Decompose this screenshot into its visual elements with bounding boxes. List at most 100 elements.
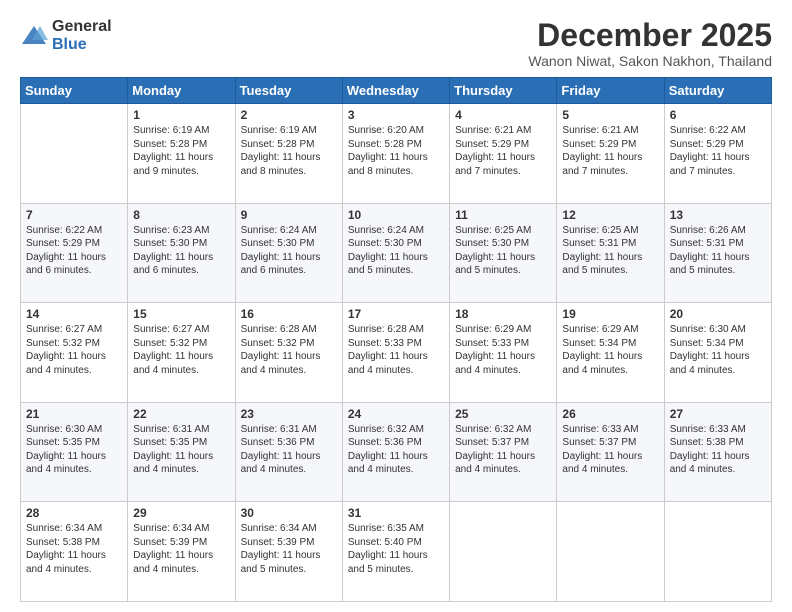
sunset-text: Sunset: 5:33 PM — [348, 337, 444, 351]
sunrise-text: Sunrise: 6:27 AM — [26, 323, 122, 337]
sunrise-text: Sunrise: 6:34 AM — [133, 522, 229, 536]
day-number: 9 — [241, 208, 337, 222]
day-number: 23 — [241, 407, 337, 421]
table-row — [557, 502, 664, 602]
day-number: 21 — [26, 407, 122, 421]
sunrise-text: Sunrise: 6:25 AM — [562, 224, 658, 238]
calendar-week-row: 21 Sunrise: 6:30 AM Sunset: 5:35 PM Dayl… — [21, 402, 772, 502]
day-number: 14 — [26, 307, 122, 321]
table-row: 18 Sunrise: 6:29 AM Sunset: 5:33 PM Dayl… — [450, 303, 557, 403]
day-info: Sunrise: 6:30 AM Sunset: 5:34 PM Dayligh… — [670, 323, 766, 377]
sunset-text: Sunset: 5:28 PM — [133, 138, 229, 152]
calendar-week-row: 28 Sunrise: 6:34 AM Sunset: 5:38 PM Dayl… — [21, 502, 772, 602]
day-number: 12 — [562, 208, 658, 222]
subtitle: Wanon Niwat, Sakon Nakhon, Thailand — [528, 53, 772, 69]
sunset-text: Sunset: 5:33 PM — [455, 337, 551, 351]
daylight-text: Daylight: 11 hours and 4 minutes. — [26, 450, 122, 477]
sunset-text: Sunset: 5:30 PM — [241, 237, 337, 251]
sunrise-text: Sunrise: 6:28 AM — [348, 323, 444, 337]
sunrise-text: Sunrise: 6:32 AM — [455, 423, 551, 437]
logo-blue: Blue — [52, 36, 112, 54]
sunset-text: Sunset: 5:39 PM — [133, 536, 229, 550]
day-number: 29 — [133, 506, 229, 520]
sunset-text: Sunset: 5:37 PM — [455, 436, 551, 450]
table-row: 4 Sunrise: 6:21 AM Sunset: 5:29 PM Dayli… — [450, 104, 557, 204]
table-row: 27 Sunrise: 6:33 AM Sunset: 5:38 PM Dayl… — [664, 402, 771, 502]
table-row: 30 Sunrise: 6:34 AM Sunset: 5:39 PM Dayl… — [235, 502, 342, 602]
logo-text: General Blue — [52, 18, 112, 53]
sunrise-text: Sunrise: 6:34 AM — [241, 522, 337, 536]
day-number: 24 — [348, 407, 444, 421]
sunrise-text: Sunrise: 6:22 AM — [670, 124, 766, 138]
daylight-text: Daylight: 11 hours and 4 minutes. — [133, 549, 229, 576]
col-saturday: Saturday — [664, 78, 771, 104]
day-info: Sunrise: 6:32 AM Sunset: 5:37 PM Dayligh… — [455, 423, 551, 477]
day-info: Sunrise: 6:25 AM Sunset: 5:30 PM Dayligh… — [455, 224, 551, 278]
day-number: 18 — [455, 307, 551, 321]
main-title: December 2025 — [528, 18, 772, 53]
day-number: 4 — [455, 108, 551, 122]
table-row: 17 Sunrise: 6:28 AM Sunset: 5:33 PM Dayl… — [342, 303, 449, 403]
sunrise-text: Sunrise: 6:25 AM — [455, 224, 551, 238]
table-row: 1 Sunrise: 6:19 AM Sunset: 5:28 PM Dayli… — [128, 104, 235, 204]
table-row — [450, 502, 557, 602]
sunrise-text: Sunrise: 6:30 AM — [670, 323, 766, 337]
table-row: 16 Sunrise: 6:28 AM Sunset: 5:32 PM Dayl… — [235, 303, 342, 403]
sunrise-text: Sunrise: 6:29 AM — [562, 323, 658, 337]
table-row: 26 Sunrise: 6:33 AM Sunset: 5:37 PM Dayl… — [557, 402, 664, 502]
daylight-text: Daylight: 11 hours and 4 minutes. — [562, 350, 658, 377]
sunset-text: Sunset: 5:28 PM — [241, 138, 337, 152]
day-info: Sunrise: 6:20 AM Sunset: 5:28 PM Dayligh… — [348, 124, 444, 178]
sunset-text: Sunset: 5:30 PM — [133, 237, 229, 251]
day-number: 19 — [562, 307, 658, 321]
sunrise-text: Sunrise: 6:33 AM — [562, 423, 658, 437]
daylight-text: Daylight: 11 hours and 4 minutes. — [26, 549, 122, 576]
table-row: 11 Sunrise: 6:25 AM Sunset: 5:30 PM Dayl… — [450, 203, 557, 303]
sunset-text: Sunset: 5:34 PM — [562, 337, 658, 351]
day-number: 26 — [562, 407, 658, 421]
day-number: 11 — [455, 208, 551, 222]
table-row — [664, 502, 771, 602]
sunset-text: Sunset: 5:31 PM — [670, 237, 766, 251]
day-info: Sunrise: 6:34 AM Sunset: 5:38 PM Dayligh… — [26, 522, 122, 576]
sunrise-text: Sunrise: 6:27 AM — [133, 323, 229, 337]
col-wednesday: Wednesday — [342, 78, 449, 104]
sunrise-text: Sunrise: 6:35 AM — [348, 522, 444, 536]
calendar-week-row: 7 Sunrise: 6:22 AM Sunset: 5:29 PM Dayli… — [21, 203, 772, 303]
col-thursday: Thursday — [450, 78, 557, 104]
day-info: Sunrise: 6:31 AM Sunset: 5:35 PM Dayligh… — [133, 423, 229, 477]
day-info: Sunrise: 6:33 AM Sunset: 5:38 PM Dayligh… — [670, 423, 766, 477]
day-info: Sunrise: 6:24 AM Sunset: 5:30 PM Dayligh… — [348, 224, 444, 278]
table-row: 5 Sunrise: 6:21 AM Sunset: 5:29 PM Dayli… — [557, 104, 664, 204]
sunset-text: Sunset: 5:29 PM — [455, 138, 551, 152]
sunrise-text: Sunrise: 6:21 AM — [562, 124, 658, 138]
day-info: Sunrise: 6:24 AM Sunset: 5:30 PM Dayligh… — [241, 224, 337, 278]
sunset-text: Sunset: 5:31 PM — [562, 237, 658, 251]
table-row: 20 Sunrise: 6:30 AM Sunset: 5:34 PM Dayl… — [664, 303, 771, 403]
sunrise-text: Sunrise: 6:29 AM — [455, 323, 551, 337]
sunrise-text: Sunrise: 6:21 AM — [455, 124, 551, 138]
sunrise-text: Sunrise: 6:24 AM — [241, 224, 337, 238]
daylight-text: Daylight: 11 hours and 7 minutes. — [670, 151, 766, 178]
daylight-text: Daylight: 11 hours and 4 minutes. — [241, 450, 337, 477]
sunset-text: Sunset: 5:30 PM — [455, 237, 551, 251]
table-row: 14 Sunrise: 6:27 AM Sunset: 5:32 PM Dayl… — [21, 303, 128, 403]
table-row — [21, 104, 128, 204]
day-number: 16 — [241, 307, 337, 321]
sunrise-text: Sunrise: 6:19 AM — [133, 124, 229, 138]
day-info: Sunrise: 6:34 AM Sunset: 5:39 PM Dayligh… — [133, 522, 229, 576]
sunset-text: Sunset: 5:29 PM — [26, 237, 122, 251]
day-info: Sunrise: 6:25 AM Sunset: 5:31 PM Dayligh… — [562, 224, 658, 278]
sunrise-text: Sunrise: 6:19 AM — [241, 124, 337, 138]
day-number: 17 — [348, 307, 444, 321]
col-sunday: Sunday — [21, 78, 128, 104]
sunset-text: Sunset: 5:28 PM — [348, 138, 444, 152]
table-row: 8 Sunrise: 6:23 AM Sunset: 5:30 PM Dayli… — [128, 203, 235, 303]
daylight-text: Daylight: 11 hours and 5 minutes. — [241, 549, 337, 576]
sunrise-text: Sunrise: 6:31 AM — [241, 423, 337, 437]
day-info: Sunrise: 6:30 AM Sunset: 5:35 PM Dayligh… — [26, 423, 122, 477]
sunset-text: Sunset: 5:38 PM — [670, 436, 766, 450]
table-row: 29 Sunrise: 6:34 AM Sunset: 5:39 PM Dayl… — [128, 502, 235, 602]
sunset-text: Sunset: 5:32 PM — [133, 337, 229, 351]
table-row: 25 Sunrise: 6:32 AM Sunset: 5:37 PM Dayl… — [450, 402, 557, 502]
